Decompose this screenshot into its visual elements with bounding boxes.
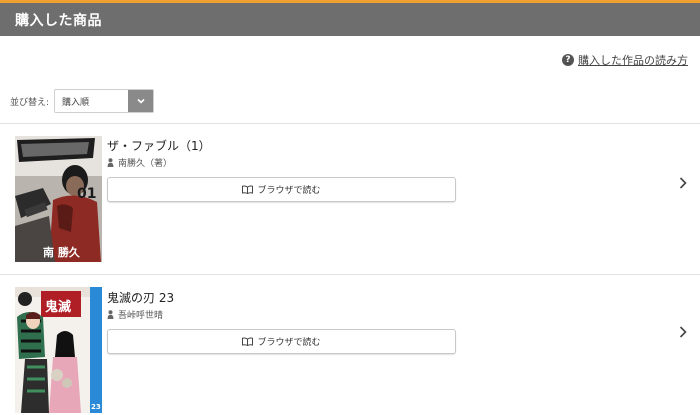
book-cover-image[interactable]: 01 南 勝久 (15, 136, 102, 262)
book-title[interactable]: ザ・ファブル（1） (107, 137, 211, 154)
read-in-browser-button[interactable]: ブラウザで読む (107, 177, 456, 202)
read-button-label: ブラウザで読む (257, 338, 321, 348)
chevron-right-icon[interactable] (678, 176, 688, 190)
person-icon (107, 310, 114, 319)
book-cover-image[interactable]: 鬼滅 23 (15, 287, 102, 413)
cover-author-text: 南 勝久 (43, 245, 81, 259)
open-book-icon (242, 337, 254, 346)
reading-guide-link[interactable]: ? 購入した作品の読み方 (562, 52, 688, 68)
read-button-label: ブラウザで読む (257, 186, 321, 196)
author-line: 吾峠呼世晴 (107, 308, 163, 321)
svg-text:鬼滅: 鬼滅 (45, 299, 71, 315)
purchased-item[interactable]: 鬼滅 23 鬼滅の刃 23 吾峠呼世晴 ブラウザで読む (0, 275, 700, 415)
page-header: 購入した商品 (0, 0, 700, 36)
sort-selected-value: 購入順 (62, 97, 90, 108)
cover-volume-text: 23 (91, 403, 101, 411)
author-line: 南勝久（著） (107, 156, 172, 169)
svg-text:01: 01 (77, 186, 96, 202)
chevron-right-icon[interactable] (678, 325, 688, 339)
read-in-browser-button[interactable]: ブラウザで読む (107, 329, 456, 354)
page-title: 購入した商品 (15, 13, 102, 29)
book-title[interactable]: 鬼滅の刃 23 (107, 289, 174, 306)
open-book-icon (242, 185, 254, 194)
sort-label: 並び替え: (10, 97, 50, 108)
question-circle-icon: ? (562, 54, 574, 66)
person-icon (107, 158, 114, 167)
sort-control: 並び替え: 購入順 (10, 89, 155, 113)
purchased-item[interactable]: 01 南 勝久 ザ・ファブル（1） 南勝久（著） ブラウザで読む (0, 124, 700, 274)
reading-guide-label: 購入した作品の読み方 (578, 54, 688, 67)
author-name: 南勝久（著） (118, 159, 173, 169)
author-name: 吾峠呼世晴 (118, 311, 164, 321)
sort-select[interactable]: 購入順 (54, 89, 155, 113)
chevron-down-icon (128, 90, 154, 112)
